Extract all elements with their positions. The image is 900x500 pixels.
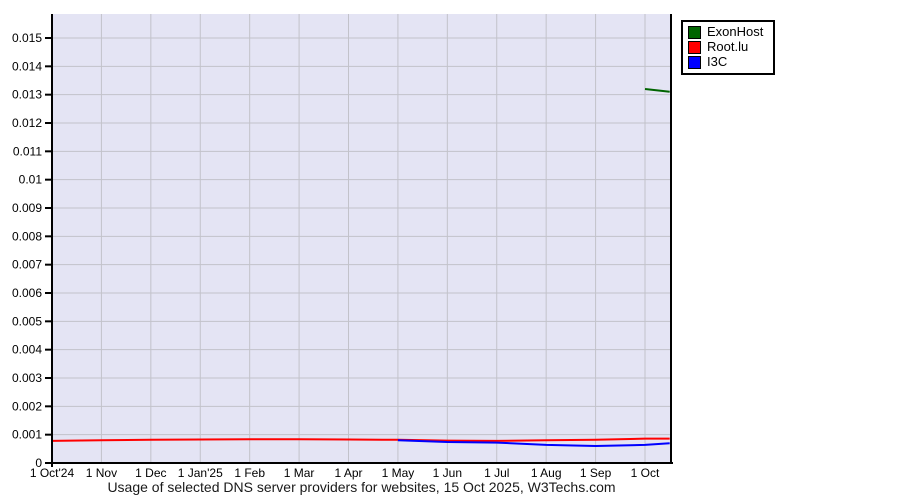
x-axis-tick-label: 1 Feb bbox=[234, 466, 265, 480]
legend-label-i3c: I3C bbox=[707, 54, 728, 69]
x-axis-tick-label: 1 Nov bbox=[86, 466, 117, 480]
x-axis-tick-label: 1 Dec bbox=[135, 466, 166, 480]
legend-item-exonhost: ExonHost bbox=[688, 25, 763, 39]
exonhost-swatch-icon bbox=[688, 25, 701, 39]
y-axis-tick-label: 0.001 bbox=[12, 428, 42, 442]
chart-canvas: 00.0010.0020.0030.0040.0050.0060.0070.00… bbox=[12, 14, 673, 480]
legend-label-exonhost: ExonHost bbox=[707, 24, 764, 39]
y-axis-tick-label: 0.008 bbox=[12, 229, 42, 243]
x-axis-tick-label: 1 Aug bbox=[531, 466, 562, 480]
x-axis-tick-label: 1 May bbox=[382, 466, 415, 480]
y-axis-tick-label: 0.006 bbox=[12, 286, 42, 300]
legend-item-i3c: I3C bbox=[688, 55, 763, 69]
y-axis-tick-label: 0.014 bbox=[12, 59, 42, 73]
x-axis-tick-label: 1 Sep bbox=[580, 466, 612, 480]
y-axis-tick-label: 0.007 bbox=[12, 258, 42, 272]
legend-label-rootlu: Root.lu bbox=[707, 39, 749, 54]
legend: ExonHost Root.lu I3C bbox=[681, 20, 776, 75]
y-axis-tick-label: 0.003 bbox=[12, 371, 42, 385]
x-axis-tick-label: 1 Mar bbox=[284, 466, 315, 480]
y-axis-tick-label: 0.002 bbox=[12, 399, 42, 413]
y-axis-tick-label: 0.011 bbox=[13, 144, 42, 158]
y-axis-tick-label: 0.005 bbox=[12, 314, 42, 328]
chart-container: 0 0.001 0.002 0.003 0.004 0.005 0.006 0.007 0.00… bbox=[0, 0, 900, 500]
x-axis-tick-label: 1 Jul bbox=[484, 466, 509, 480]
y-axis-tick-label: 0.013 bbox=[12, 88, 42, 102]
plot-area bbox=[52, 14, 671, 463]
y-axis-tick-label: 0.01 bbox=[19, 173, 43, 187]
chart-title: Usage of selected DNS server providers f… bbox=[107, 479, 616, 495]
i3c-swatch-icon bbox=[688, 55, 701, 69]
rootlu-swatch-icon bbox=[688, 40, 701, 54]
y-axis-tick-label: 0.009 bbox=[12, 201, 42, 215]
y-axis-tick-label: 0.004 bbox=[12, 343, 42, 357]
x-axis-tick-label: 1 Apr bbox=[334, 466, 362, 480]
y-axis-tick-label: 0.012 bbox=[12, 116, 42, 130]
x-axis-tick-label: 1 Oct'24 bbox=[30, 466, 75, 480]
x-axis-tick-label: 1 Oct bbox=[631, 466, 660, 480]
y-axis-tick-label: 0.015 bbox=[12, 31, 42, 45]
x-axis-tick-label: 1 Jun bbox=[433, 466, 462, 480]
x-axis-tick-label: 1 Jan'25 bbox=[178, 466, 223, 480]
legend-item-rootlu: Root.lu bbox=[688, 40, 763, 54]
